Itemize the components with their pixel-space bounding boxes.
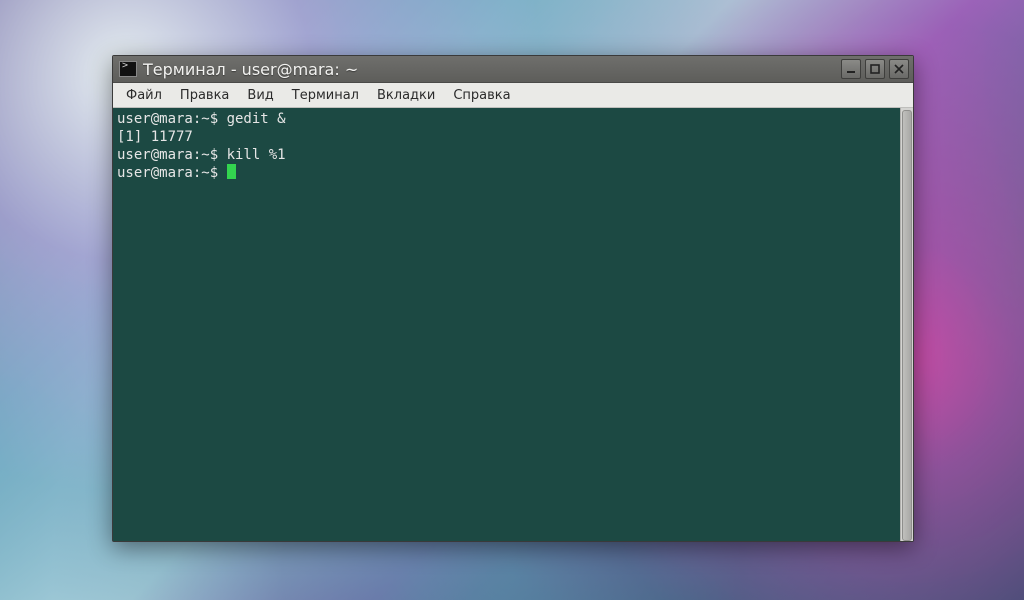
window-titlebar[interactable]: Терминал - user@mara: ~ [113,56,913,83]
terminal-line: user@mara:~$ kill %1 [117,146,896,164]
maximize-button[interactable] [865,59,885,79]
menu-help[interactable]: Справка [444,86,519,105]
scrollbar-thumb[interactable] [902,110,912,541]
terminal-line: user@mara:~$ [117,164,896,182]
menu-terminal[interactable]: Терминал [283,86,368,105]
terminal-area: user@mara:~$ gedit &[1] 11777user@mara:~… [113,108,913,541]
menu-file[interactable]: Файл [117,86,171,105]
menu-edit[interactable]: Правка [171,86,238,105]
menu-view[interactable]: Вид [238,86,282,105]
window-title: Терминал - user@mara: ~ [143,60,835,79]
terminal-window: Терминал - user@mara: ~ Файл Правка Вид … [112,55,914,542]
terminal-line: user@mara:~$ gedit & [117,110,896,128]
terminal-app-icon [119,61,137,77]
minimize-button[interactable] [841,59,861,79]
menubar: Файл Правка Вид Терминал Вкладки Справка [113,83,913,108]
terminal-output[interactable]: user@mara:~$ gedit &[1] 11777user@mara:~… [113,108,900,541]
menu-tabs[interactable]: Вкладки [368,86,444,105]
window-controls [841,59,909,79]
desktop-wallpaper: Терминал - user@mara: ~ Файл Правка Вид … [0,0,1024,600]
close-button[interactable] [889,59,909,79]
maximize-icon [870,64,880,74]
terminal-cursor [227,164,236,179]
terminal-line: [1] 11777 [117,128,896,146]
close-icon [894,64,904,74]
minimize-icon [846,64,856,74]
vertical-scrollbar[interactable] [900,108,913,541]
